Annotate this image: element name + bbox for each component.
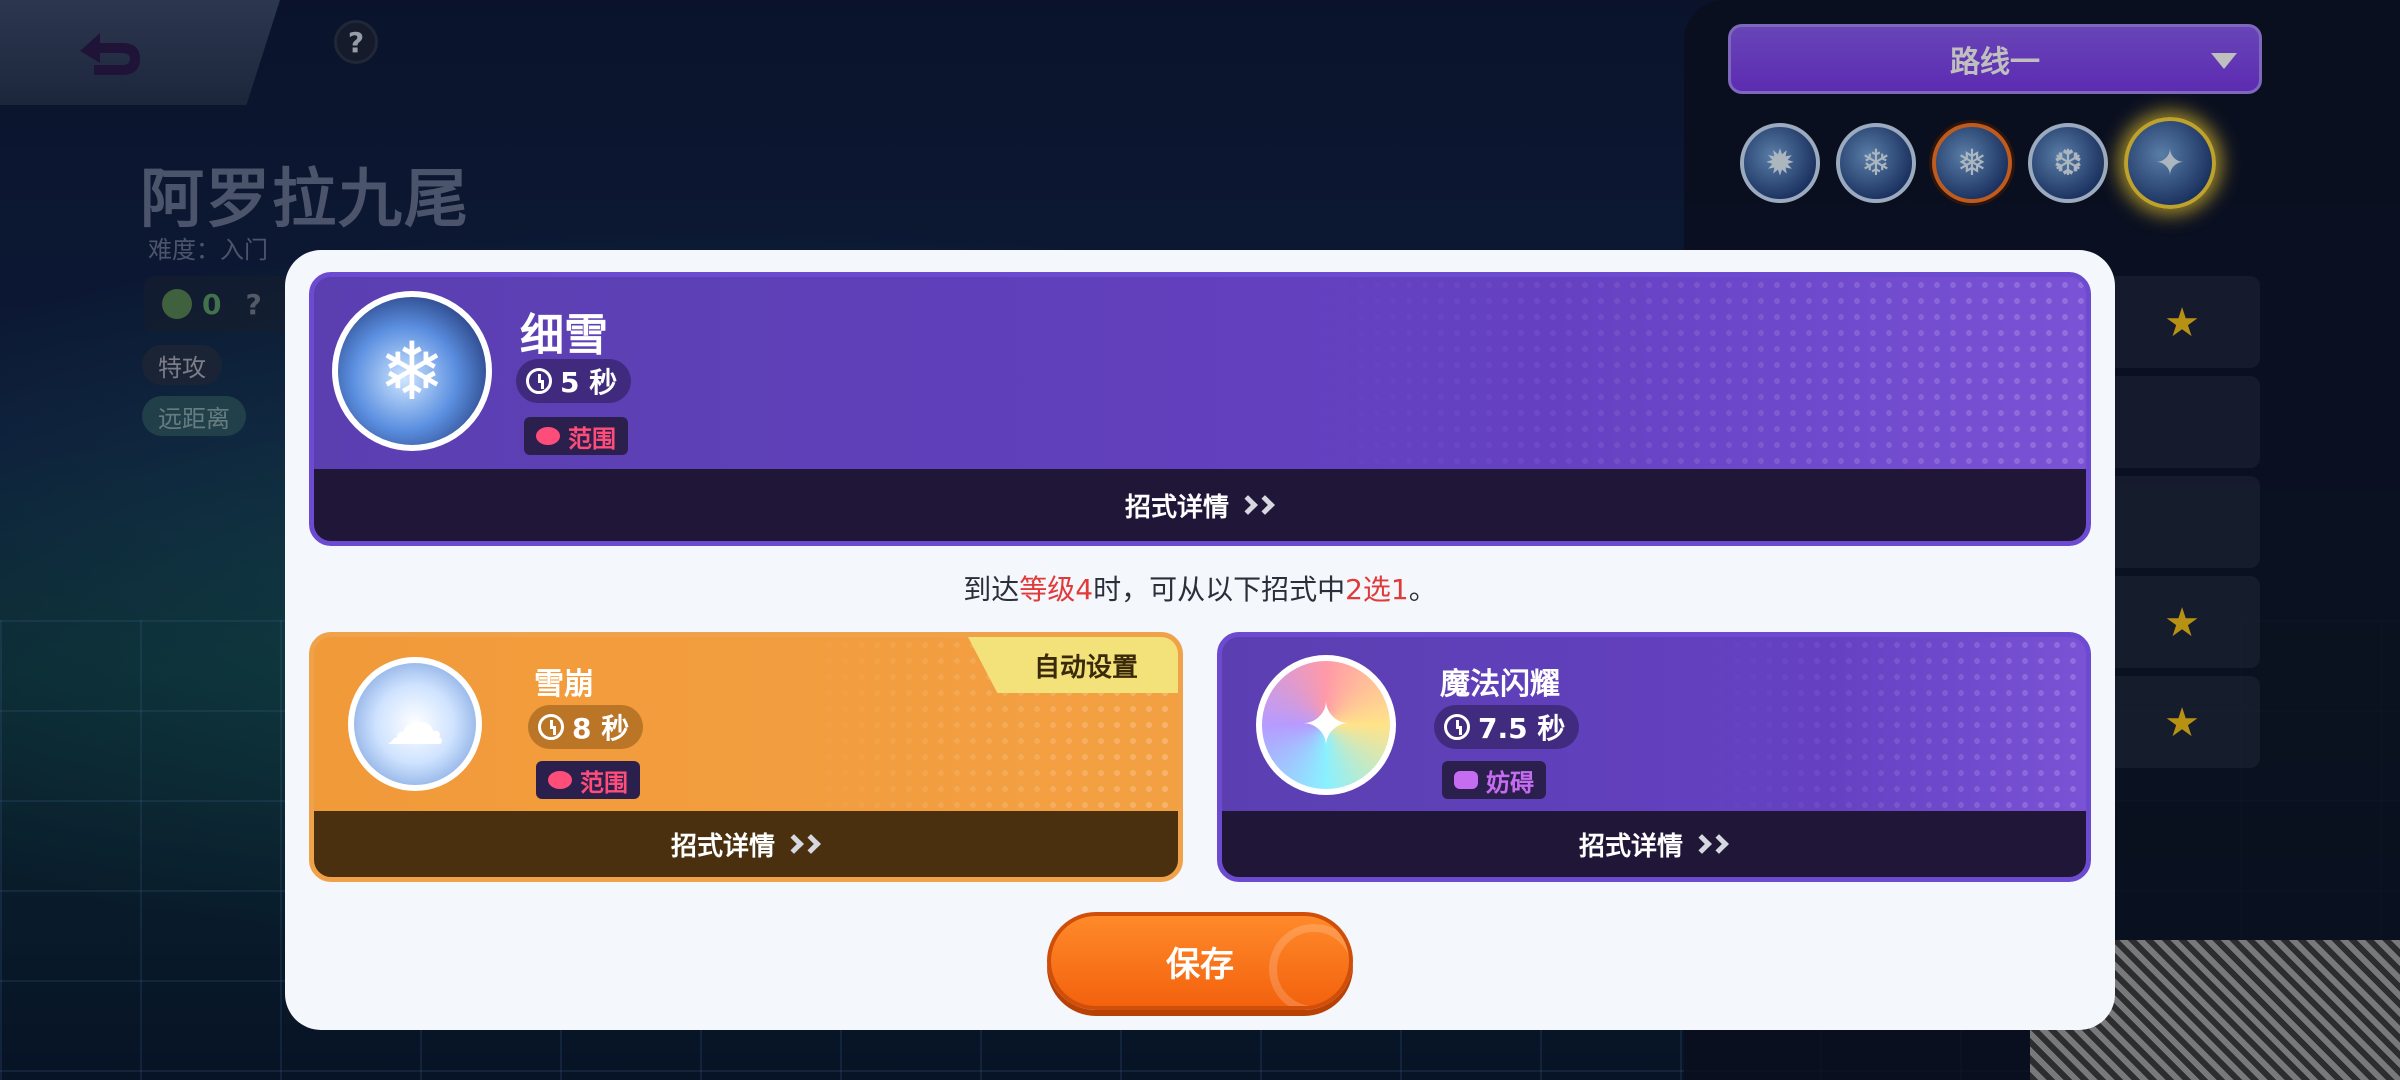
type-label: 范围: [568, 424, 616, 453]
double-chevron-right-icon: [1238, 495, 1275, 515]
move-details-button[interactable]: 招式详情: [314, 469, 2086, 541]
hint-mid: 时，可从以下招式中: [1093, 573, 1346, 606]
move-details-label: 招式详情: [670, 831, 775, 862]
hint-suffix: 。: [1408, 573, 1437, 606]
move-details-button[interactable]: 招式详情: [1222, 811, 2086, 877]
double-chevron-right-icon: [1692, 834, 1729, 854]
move-option-dazzling-gleam[interactable]: ✦ 魔法闪耀 7.5 秒 妨碍 招式详情: [1217, 632, 2091, 882]
clock-icon: [526, 368, 552, 394]
area-type-icon: [536, 427, 560, 445]
hint-choice: 2选1: [1345, 573, 1409, 606]
clock-icon: [1444, 714, 1470, 740]
option-name: 魔法闪耀: [1440, 667, 1560, 702]
current-move-card: ❄ 细雪 5 秒 范围 招式详情: [309, 272, 2091, 546]
cooldown-chip: 8 秒: [528, 705, 644, 749]
type-label: 妨碍: [1486, 768, 1534, 797]
hint-level: 等级4: [1019, 573, 1094, 606]
hindrance-type-icon: [1454, 771, 1478, 789]
cooldown-chip: 5 秒: [516, 359, 632, 403]
area-type-icon: [548, 771, 572, 789]
auto-set-badge: 自动设置: [968, 637, 1178, 693]
move-name: 细雪: [520, 310, 608, 361]
double-chevron-right-icon: [784, 834, 821, 854]
move-select-modal: ❄ 细雪 5 秒 范围 招式详情 到达等级4时，可从以下招式中2选1。 自动设置…: [285, 250, 2115, 1030]
clock-icon: [538, 714, 564, 740]
move-details-label: 招式详情: [1124, 492, 1229, 523]
type-label: 范围: [580, 768, 628, 797]
dazzling-gleam-icon: ✦: [1256, 655, 1396, 795]
cooldown-value: 7.5 秒: [1478, 712, 1566, 745]
level-up-hint: 到达等级4时，可从以下招式中2选1。: [285, 568, 2115, 608]
cooldown-value: 8 秒: [572, 712, 630, 745]
pokeball-icon: [1269, 924, 1349, 1006]
powder-snow-icon: ❄: [332, 291, 492, 451]
type-chip: 妨碍: [1442, 761, 1546, 799]
save-label: 保存: [1166, 944, 1234, 985]
move-details-label: 招式详情: [1578, 831, 1683, 862]
type-chip: 范围: [524, 417, 628, 455]
hint-prefix: 到达: [963, 573, 1020, 606]
type-chip: 范围: [536, 761, 640, 799]
move-details-button[interactable]: 招式详情: [314, 811, 1178, 877]
move-option-avalanche[interactable]: 自动设置 ☁ 雪崩 8 秒 范围 招式详情: [309, 632, 1183, 882]
save-button[interactable]: 保存: [1047, 912, 1353, 1010]
option-name: 雪崩: [534, 667, 594, 702]
cooldown-chip: 7.5 秒: [1434, 705, 1580, 749]
avalanche-icon: ☁: [348, 657, 482, 791]
cooldown-value: 5 秒: [560, 366, 618, 399]
